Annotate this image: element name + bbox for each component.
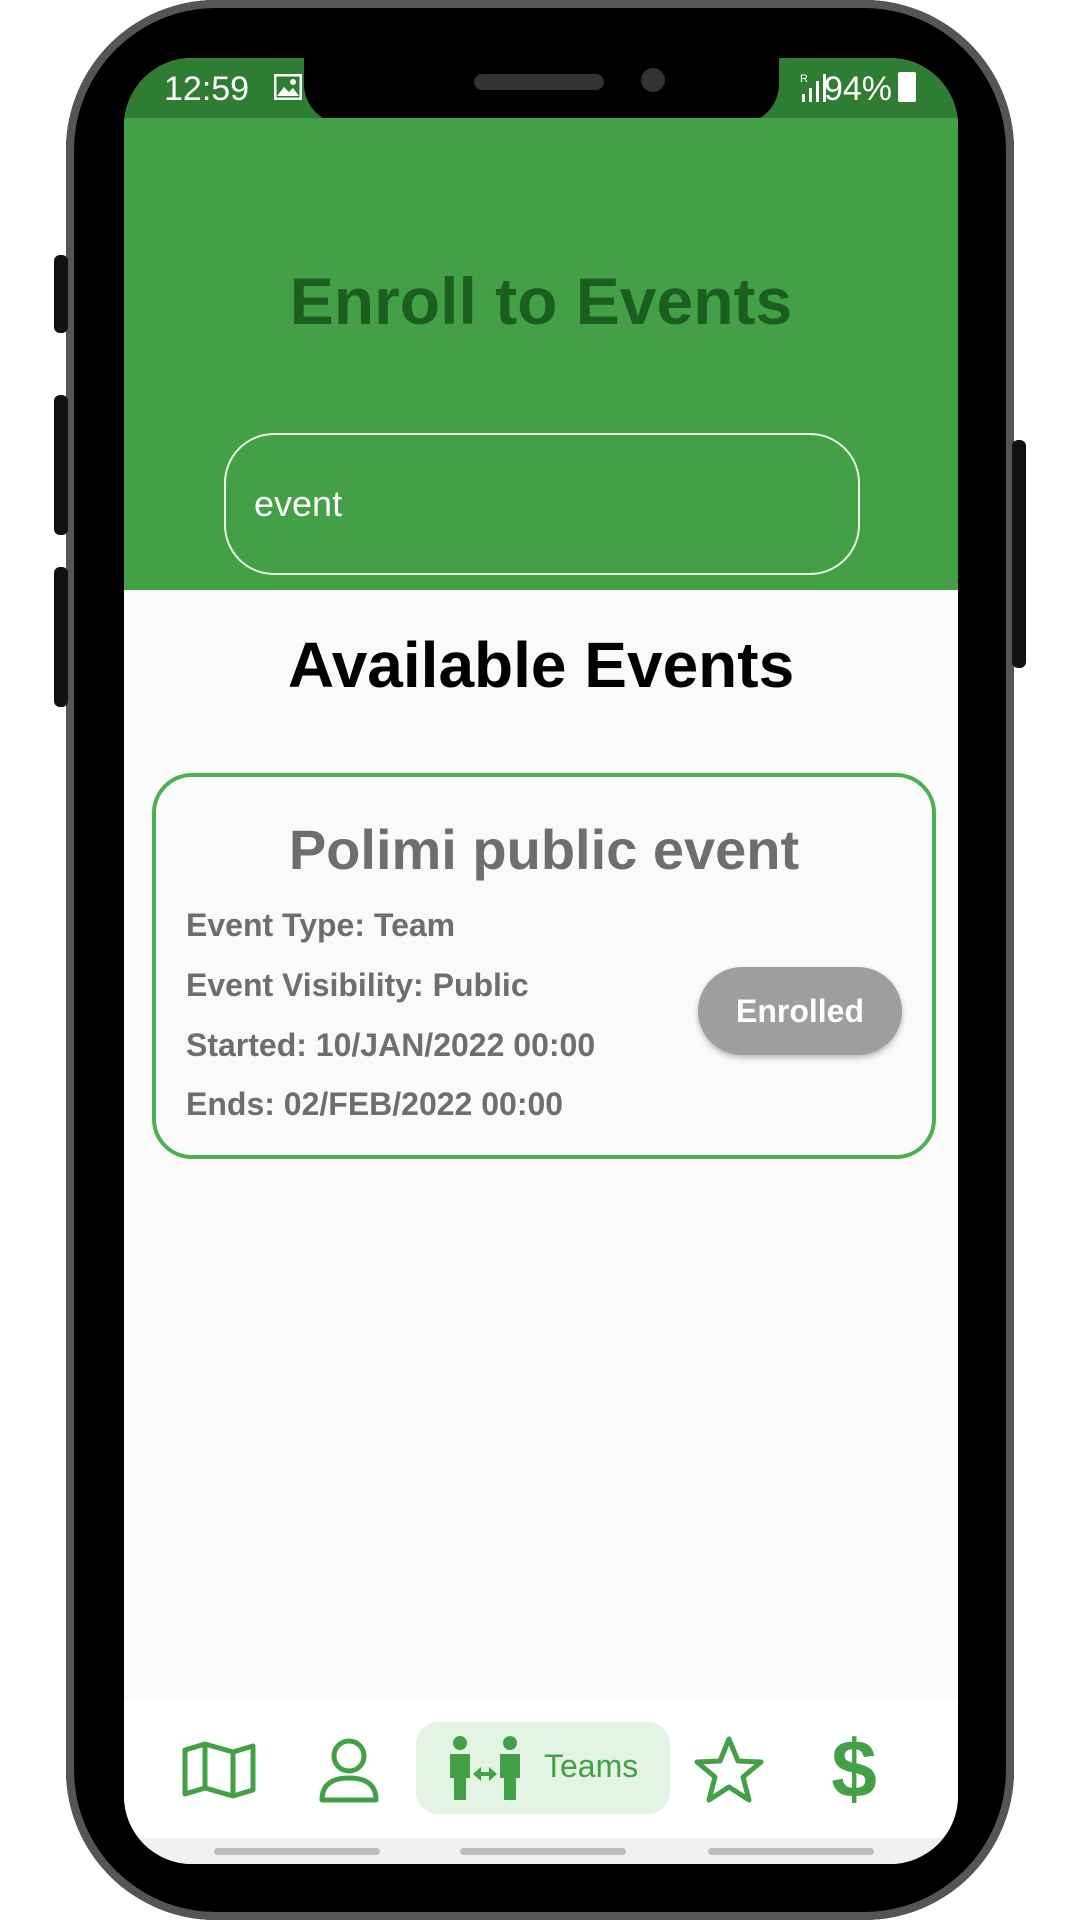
status-time: 12:59 [164,70,250,108]
gesture-bar [124,1838,958,1864]
phone-side-button [54,255,68,333]
event-end: Ends: 02/FEB/2022 00:00 [186,1086,564,1122]
phone-volume-down [54,567,68,707]
search-input[interactable] [224,433,860,575]
battery-percent: 94% [823,70,892,108]
nav-teams-label: Teams [544,1748,639,1784]
bottom-navigation: Teams $ [124,1700,958,1838]
teams-icon [450,1736,520,1800]
nav-teams[interactable]: Teams [416,1722,670,1814]
screen: 12:59 R 94% Enroll to Events Available E… [124,58,958,1864]
camera-notch [304,58,779,124]
person-icon [319,1738,379,1803]
event-visibility: Event Visibility: Public [186,967,529,1003]
gesture-handle [460,1848,626,1855]
header: Enroll to Events [124,118,958,590]
event-name: Polimi public event [288,818,800,881]
phone-volume-up [54,395,68,535]
event-card[interactable]: Polimi public event Event Type: Team Eve… [152,773,936,1159]
event-type: Event Type: Team [186,907,456,943]
nav-profile[interactable] [309,1730,389,1810]
map-icon [182,1741,256,1799]
battery-icon [898,72,916,102]
earpiece-speaker [474,74,604,90]
section-title: Available Events [287,629,795,701]
gesture-handle [214,1848,380,1855]
gesture-handle [708,1848,874,1855]
star-icon [694,1736,764,1803]
phone-power-button [1012,440,1026,668]
nav-favorites[interactable] [689,1730,769,1810]
page-title: Enroll to Events [289,264,793,338]
dollar-icon[interactable]: $ [814,1724,894,1815]
image-notification-icon [274,74,302,100]
nav-map[interactable] [179,1730,259,1810]
event-start: Started: 10/JAN/2022 00:00 [186,1027,596,1063]
signal-label: R [800,73,808,85]
front-camera [641,68,665,92]
enrolled-button[interactable]: Enrolled [698,967,902,1055]
